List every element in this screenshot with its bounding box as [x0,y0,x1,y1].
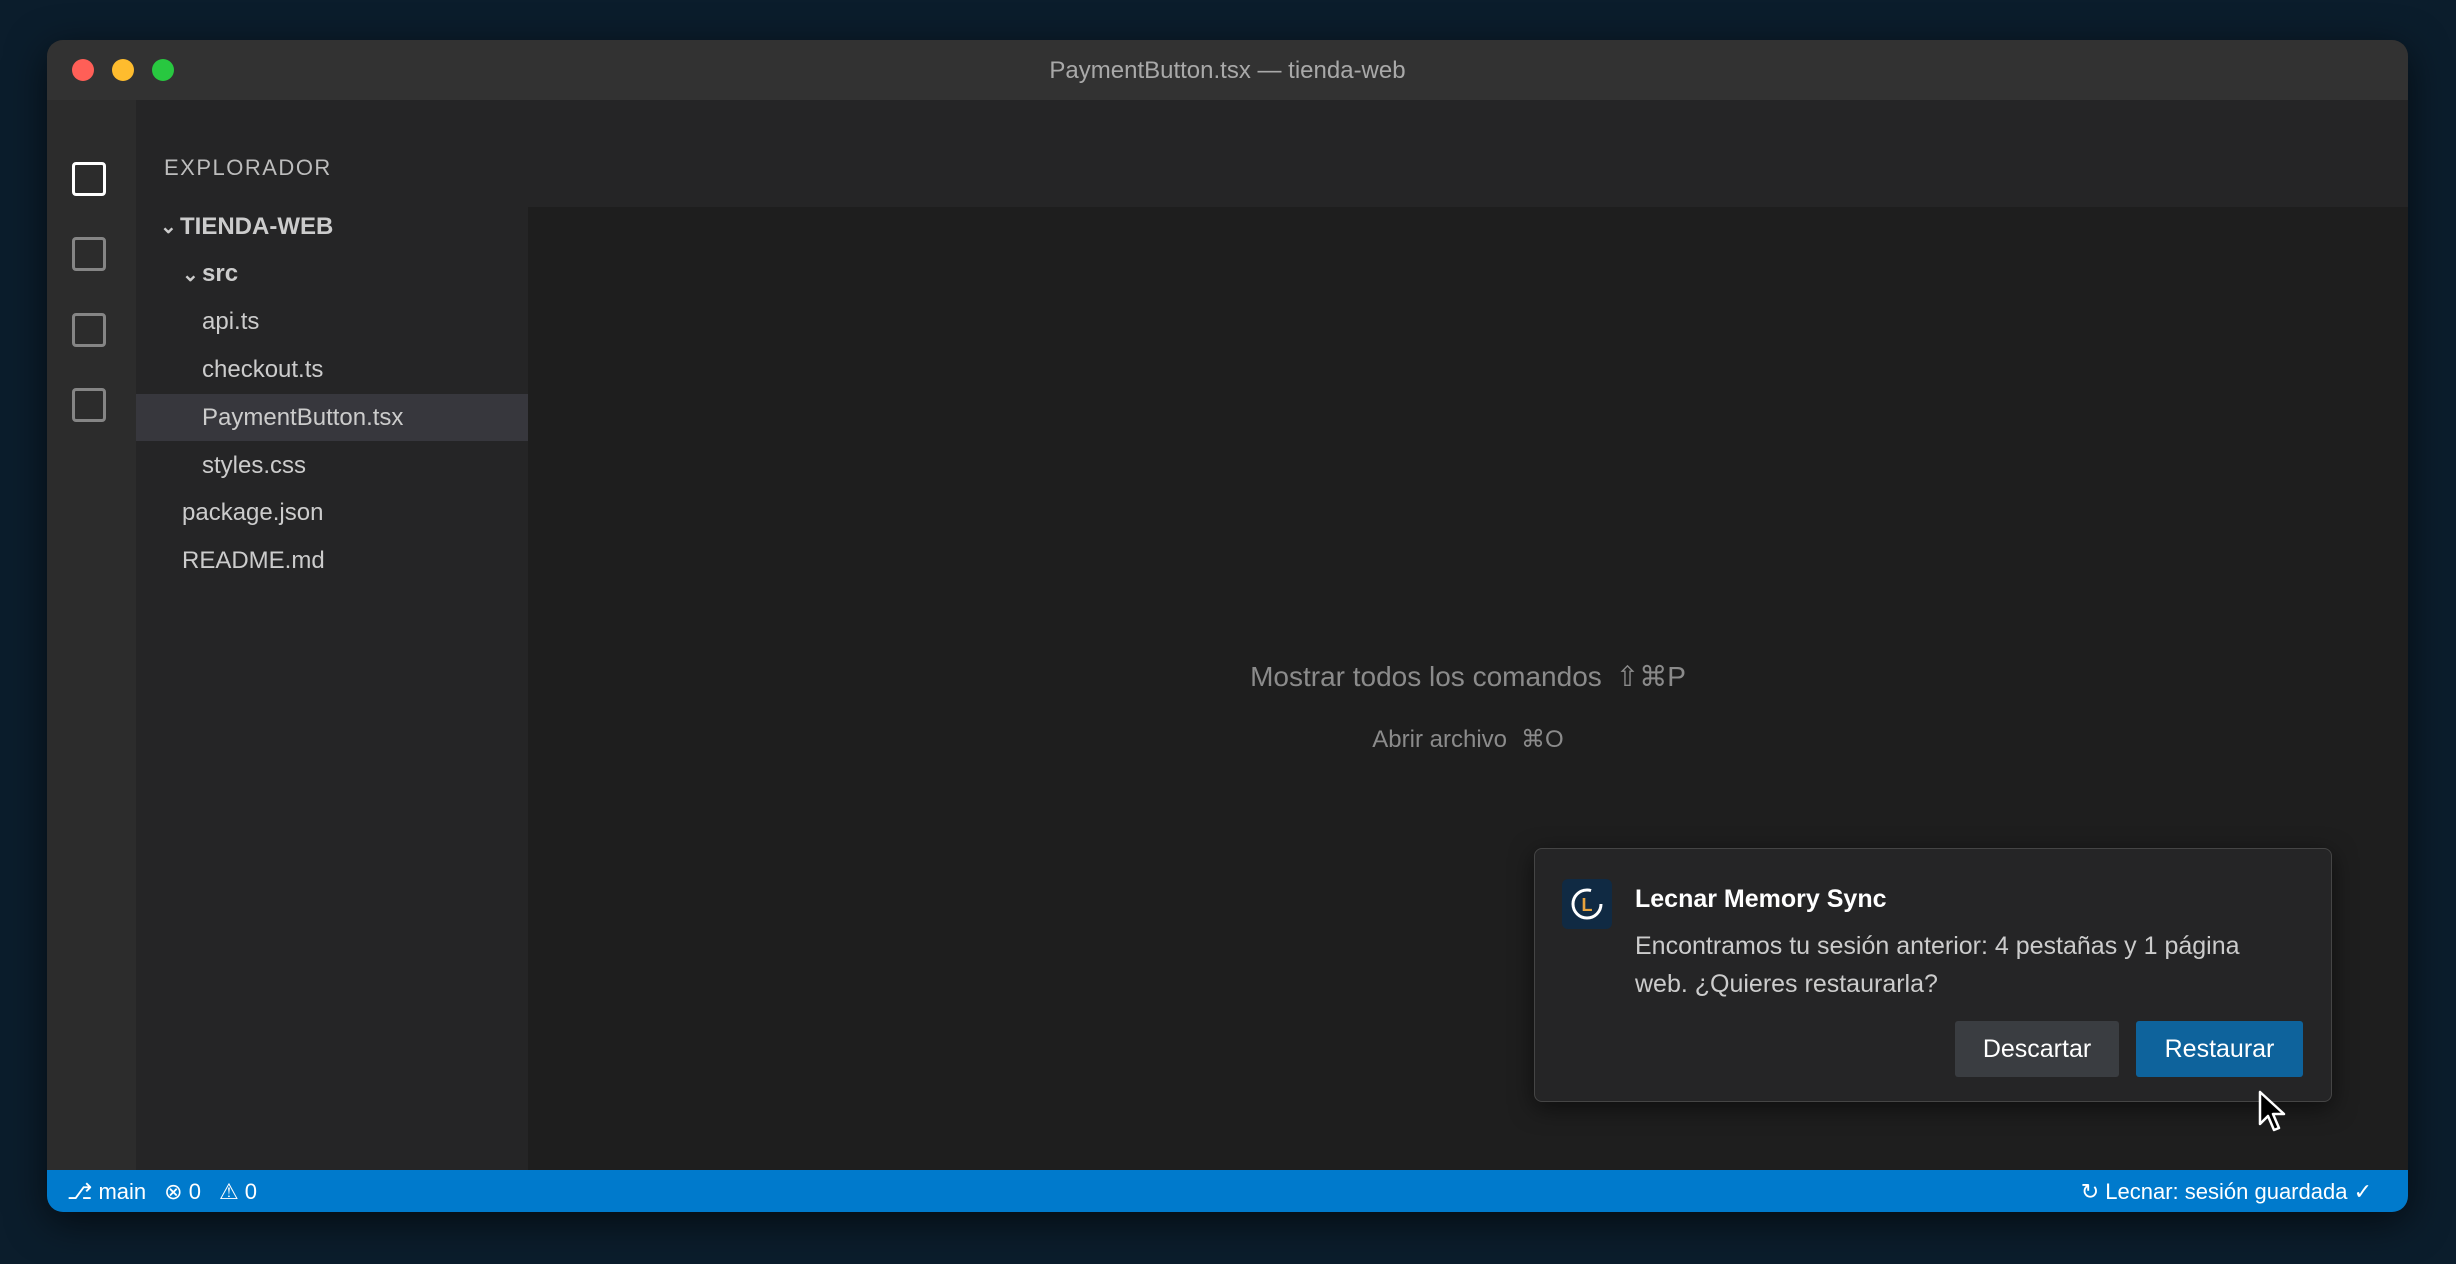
explorer-header: EXPLORADOR [164,155,332,180]
hint-show-commands-label: Mostrar todos los comandos [1250,661,1602,692]
tree-item-label: api.ts [202,308,260,336]
tree-item-label: README.md [182,547,325,575]
chevron-down-icon: ⌄ [182,263,199,286]
tree-item-styles-css[interactable]: styles.css [136,442,528,489]
discard-button[interactable]: Descartar [1955,1021,2119,1077]
tree-item-api-ts[interactable]: api.ts [136,299,528,346]
tree-item-label: PaymentButton.tsx [202,403,404,431]
tree-item-readme-md[interactable]: README.md [136,538,528,585]
tree-item-checkout-ts[interactable]: checkout.ts [136,347,528,394]
explorer-sidebar: EXPLORADOR ⌄ TIENDA-WEB ⌄ src api.ts checkout… [136,100,528,1170]
hint-open-file-label: Abrir archivo [1372,726,1508,753]
warning-count[interactable]: ⚠ 0 [219,1179,257,1205]
tree-item-src[interactable]: ⌄ src [136,251,528,298]
error-count[interactable]: ⊗ 0 [164,1179,201,1205]
tree-item-label: package.json [182,499,324,527]
lecnar-logo-letter: L [1582,895,1593,915]
tree-item-tienda-web[interactable]: ⌄ TIENDA-WEB [136,203,528,250]
chevron-down-icon: ⌄ [160,216,177,239]
notification-title: Lecnar Memory Sync [1635,885,1887,913]
explorer-icon[interactable] [72,162,106,196]
extensions-icon[interactable] [72,388,106,422]
session-restore-notification: L Lecnar Memory Sync Encontramos tu sesi… [1534,848,2332,1102]
editor-tab-bar [528,100,2408,207]
lecnar-status[interactable]: ↻ Lecnar: sesión guardada ✓ [2081,1179,2372,1205]
tree-item-package-json[interactable]: package.json [136,490,528,537]
tree-item-label: checkout.ts [202,356,324,383]
hint-show-commands-key: ⇧⌘P [1615,661,1686,692]
tree-item-label: styles.css [202,451,307,479]
notification-message: Encontramos tu sesión anterior: 4 pestañ… [1635,932,2240,998]
tree-item-label: TIENDA-WEB [180,212,334,240]
tree-item-paymentbutton-tsx[interactable]: PaymentButton.tsx [136,394,528,442]
source-control-icon[interactable] [72,313,106,347]
restore-button[interactable]: Restaurar [2136,1021,2303,1077]
git-branch[interactable]: ⎇ main [67,1179,146,1205]
mouse-cursor-icon [2258,1090,2286,1132]
title-bar: PaymentButton.tsx — tienda-web [47,40,2408,100]
status-bar: ⎇ main ⊗ 0 ⚠ 0 ↻ Lecnar: sesión guardada… [47,1170,2408,1212]
search-icon[interactable] [72,237,106,271]
hint-open-file-key: ⌘O [1521,726,1564,753]
activity-bar [47,100,136,1170]
tree-item-label: src [202,260,239,288]
hint-open-file[interactable]: Abrir archivo ⌘O [528,725,2408,754]
lecnar-logo-icon: L [1562,879,1612,929]
hint-show-commands[interactable]: Mostrar todos los comandos ⇧⌘P [528,660,2408,693]
window-title: PaymentButton.tsx — tienda-web [1049,57,1406,84]
